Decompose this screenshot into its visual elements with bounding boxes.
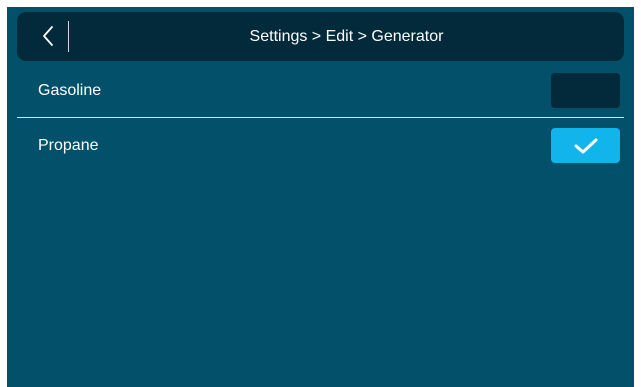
- header-bar: Settings > Edit > Generator: [17, 12, 624, 61]
- breadcrumb-title: Settings > Edit > Generator: [249, 28, 444, 45]
- gasoline-checkbox[interactable]: [551, 73, 620, 108]
- option-label-propane: Propane: [38, 137, 99, 154]
- option-label-gasoline: Gasoline: [38, 82, 102, 99]
- propane-checkbox[interactable]: [551, 128, 620, 163]
- checkmark-icon: [574, 138, 598, 154]
- option-row-gasoline[interactable]: Gasoline: [17, 63, 624, 119]
- generator-settings-screen: Settings > Edit > Generator Gasoline Pro…: [7, 7, 634, 387]
- chevron-left-icon: [43, 26, 53, 46]
- option-row-propane[interactable]: Propane: [17, 118, 624, 174]
